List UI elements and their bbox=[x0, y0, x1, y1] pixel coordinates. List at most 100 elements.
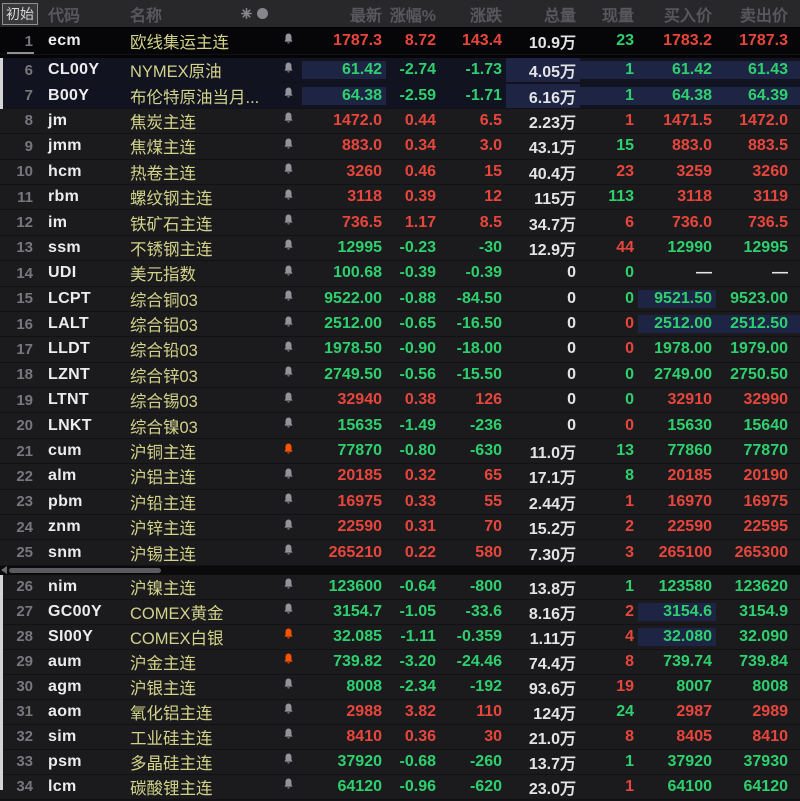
table-row-ecm[interactable]: 1 ecm 欧线集运主连 1787.3 8.72 143.4 10.9万 23 1783.2 17… bbox=[0, 28, 800, 55]
chg-value: -630 bbox=[469, 442, 502, 460]
table-row-sim[interactable]: 32 sim 工业硅主连 8410 0.36 30 21.0万 8 8405 8410 bbox=[0, 724, 800, 750]
alert-bell[interactable] bbox=[274, 543, 302, 562]
alert-bell[interactable] bbox=[274, 365, 302, 384]
table-row-snm[interactable]: 25 snm 沪锡主连 265210 0.22 580 7.30万 3 265100 265300 bbox=[0, 540, 800, 566]
alert-bell[interactable] bbox=[274, 467, 302, 486]
alert-bell[interactable] bbox=[274, 289, 302, 308]
table-row-LCPT[interactable]: 15 LCPT 综合铜03 9522.00 -0.88 -84.50 0 0 9521.50 95… bbox=[0, 286, 800, 312]
column-header-cur[interactable]: 现量 bbox=[580, 2, 638, 26]
bell-icon bbox=[283, 62, 293, 73]
column-header-pct[interactable]: 涨幅% bbox=[386, 2, 440, 26]
table-row-UDI[interactable]: 14 UDI 美元指数 100.68 -0.39 -0.39 0 0 — — bbox=[0, 261, 800, 287]
initial-button[interactable]: 初始 bbox=[2, 2, 38, 25]
horizontal-scrollbar[interactable] bbox=[0, 565, 800, 575]
vol-value: 7.30万 bbox=[528, 546, 576, 564]
alert-bell[interactable] bbox=[274, 518, 302, 537]
instrument-name: 综合铜03 bbox=[130, 291, 198, 310]
table-row-aum[interactable]: 29 aum 沪金主连 739.82 -3.20 -24.46 74.4万 8 739.74 73… bbox=[0, 649, 800, 675]
table-row-LTNT[interactable]: 19 LTNT 综合锡03 32940 0.38 126 0 0 32910 32990 bbox=[0, 388, 800, 414]
table-row-znm[interactable]: 24 znm 沪锌主连 22590 0.31 70 15.2万 2 22590 22595 bbox=[0, 515, 800, 541]
alert-bell[interactable] bbox=[274, 442, 302, 461]
alert-bell[interactable] bbox=[274, 577, 302, 596]
alert-bell[interactable] bbox=[274, 238, 302, 257]
cur-value: 13 bbox=[616, 442, 634, 460]
pct-value: 0.36 bbox=[404, 727, 436, 745]
alert-bell[interactable] bbox=[274, 702, 302, 721]
pct-value: 8.72 bbox=[404, 32, 436, 49]
alert-bell[interactable] bbox=[274, 188, 302, 207]
table-row-CL00Y[interactable]: 6 CL00Y NYMEX原油 61.42 -2.74 -1.73 4.05万 1 61.42 6… bbox=[0, 58, 800, 84]
sell-value: 64.39 bbox=[716, 86, 800, 105]
table-row-cum[interactable]: 21 cum 沪铜主连 77870 -0.80 -630 11.0万 13 77860 77870 bbox=[0, 438, 800, 465]
alert-bell[interactable] bbox=[274, 416, 302, 435]
vol-value: 115万 bbox=[534, 191, 576, 209]
top-pane-scrollbar-thumb[interactable] bbox=[7, 52, 34, 54]
alert-bell[interactable] bbox=[274, 162, 302, 181]
table-row-SI00Y[interactable]: 28 SI00Y COMEX白银 32.085 -1.11 -0.359 1.11万 4 32.… bbox=[0, 624, 800, 650]
alert-bell[interactable] bbox=[274, 652, 302, 671]
alert-bell[interactable] bbox=[274, 32, 302, 51]
alert-bell[interactable] bbox=[274, 315, 302, 334]
table-row-psm[interactable]: 33 psm 多晶硅主连 37920 -0.68 -260 13.7万 1 37920 37930 bbox=[0, 749, 800, 775]
table-row-jmm[interactable]: 9 jmm 焦煤主连 883.0 0.34 3.0 43.1万 15 883.0 883.5 bbox=[0, 134, 800, 160]
table-row-jm[interactable]: 8 jm 焦炭主连 1472.0 0.44 6.5 2.23万 1 1471.5 1472.0 bbox=[0, 108, 800, 135]
alert-bell[interactable] bbox=[274, 111, 302, 130]
table-row-LNKT[interactable]: 20 LNKT 综合镍03 15635 -1.49 -236 0 0 15630 15640 bbox=[0, 413, 800, 439]
cur-value: 113 bbox=[608, 188, 634, 206]
table-row-LALT[interactable]: 16 LALT 综合铝03 2512.00 -0.65 -16.50 0 0 2512.00 25… bbox=[0, 311, 800, 338]
alert-bell[interactable] bbox=[274, 213, 302, 232]
table-row-LLDT[interactable]: 17 LLDT 综合铅03 1978.50 -0.90 -18.00 0 0 1978.00 19… bbox=[0, 337, 800, 363]
row-index: 12 bbox=[16, 214, 33, 232]
latest-value: 736.5 bbox=[341, 213, 382, 231]
left-scroll-indicator-top[interactable] bbox=[0, 58, 3, 109]
alert-bell[interactable] bbox=[274, 391, 302, 410]
column-header-chg[interactable]: 涨跌 bbox=[440, 2, 506, 26]
alert-bell[interactable] bbox=[274, 137, 302, 156]
table-row-ssm[interactable]: 13 ssm 不锈钢主连 12995 -0.23 -30 12.9万 44 12990 12995 bbox=[0, 235, 800, 262]
table-row-agm[interactable]: 30 agm 沪银主连 8008 -2.34 -192 93.6万 19 8007 8008 bbox=[0, 674, 800, 700]
alert-bell[interactable] bbox=[274, 677, 302, 696]
table-row-lcm[interactable]: 34 lcm 碳酸锂主连 64120 -0.96 -620 23.0万 1 64100 64120 bbox=[0, 774, 800, 800]
table-row-aom[interactable]: 31 aom 氧化铝主连 2988 3.82 110 124万 24 2987 2989 bbox=[0, 699, 800, 725]
alert-bell[interactable] bbox=[274, 602, 302, 621]
alert-bell[interactable] bbox=[274, 264, 302, 283]
table-row-im[interactable]: 12 im 铁矿石主连 736.5 1.17 8.5 34.7万 6 736.0 736.5 bbox=[0, 210, 800, 236]
chg-value: 110 bbox=[476, 702, 502, 720]
table-row-alm[interactable]: 22 alm 沪铝主连 20185 0.32 65 17.1万 8 20185 20190 bbox=[0, 464, 800, 490]
buy-value: 15630 bbox=[667, 416, 713, 434]
table-row-LZNT[interactable]: 18 LZNT 综合锌03 2749.50 -0.56 -15.50 0 0 2749.00 27… bbox=[0, 362, 800, 389]
table-row-nim[interactable]: 26 nim 沪镍主连 123600 -0.64 -800 13.8万 1 123580 1236… bbox=[0, 574, 800, 600]
instrument-name: 综合锌03 bbox=[130, 367, 198, 386]
buy-value: 8007 bbox=[676, 677, 712, 695]
alert-bell[interactable] bbox=[274, 492, 302, 511]
table-row-B00Y[interactable]: 7 B00Y 布伦特原油当月... 64.38 -2.59 -1.71 6.16万 1 64.3… bbox=[0, 83, 800, 109]
chg-value: -1.71 bbox=[465, 86, 502, 104]
sell-value: 8410 bbox=[752, 727, 788, 745]
instrument-name: 沪金主连 bbox=[130, 654, 196, 673]
instrument-code: ecm bbox=[48, 32, 81, 49]
alert-bell[interactable] bbox=[274, 86, 302, 105]
table-row-pbm[interactable]: 23 pbm 沪铅主连 16975 0.33 55 2.44万 1 16970 16975 bbox=[0, 489, 800, 516]
column-header-buy[interactable]: 买入价 bbox=[638, 2, 716, 26]
dot-icon[interactable] bbox=[257, 8, 268, 19]
row-index: 15 bbox=[16, 290, 33, 308]
column-header-vol[interactable]: 总量 bbox=[506, 2, 580, 26]
alert-bell[interactable] bbox=[274, 61, 302, 80]
table-row-hcm[interactable]: 10 hcm 热卷主连 3260 0.46 15 40.4万 23 3259 3260 bbox=[0, 159, 800, 185]
alert-bell[interactable] bbox=[274, 777, 302, 796]
spark-icon[interactable] bbox=[241, 8, 252, 19]
alert-bell[interactable] bbox=[274, 752, 302, 771]
column-header-latest[interactable]: 最新 bbox=[302, 2, 386, 26]
table-row-rbm[interactable]: 11 rbm 螺纹钢主连 3118 0.39 12 115万 113 3118 3119 bbox=[0, 184, 800, 211]
code-column-header[interactable]: 代码 bbox=[38, 2, 126, 26]
cur-value: 6 bbox=[625, 213, 634, 231]
table-row-GC00Y[interactable]: 27 GC00Y COMEX黄金 3154.7 -1.05 -33.6 8.16万 2 3154… bbox=[0, 599, 800, 625]
name-column-header[interactable]: 名称 bbox=[126, 2, 274, 26]
left-scroll-indicator-bottom[interactable] bbox=[0, 575, 3, 790]
scrollbar-left-arrow-icon[interactable] bbox=[1, 565, 7, 574]
column-header-sell[interactable]: 卖出价 bbox=[716, 2, 800, 26]
horizontal-scrollbar-thumb[interactable] bbox=[9, 567, 161, 573]
alert-bell[interactable] bbox=[274, 627, 302, 646]
alert-bell[interactable] bbox=[274, 727, 302, 746]
alert-bell[interactable] bbox=[274, 340, 302, 359]
